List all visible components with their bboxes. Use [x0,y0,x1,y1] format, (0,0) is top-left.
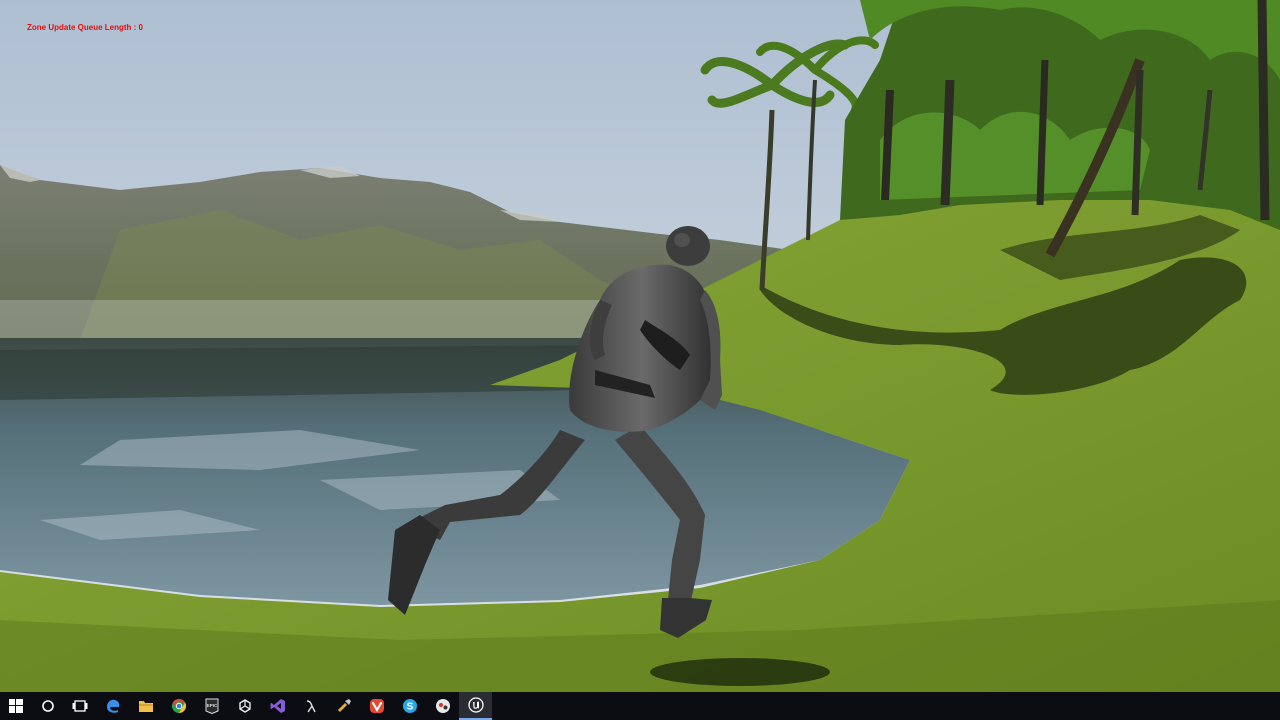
game-scene [0,0,1280,692]
epic-games-icon: EPIC [205,698,219,714]
vivaldi-icon [369,698,385,714]
visual-studio-icon [270,698,286,714]
taskbar-vivaldi-button[interactable] [360,692,393,720]
taskbar-app-tool-button[interactable] [327,692,360,720]
folder-icon [138,699,154,713]
game-viewport[interactable]: Zone Update Queue Length : 0 [0,0,1280,692]
lambda-icon [304,699,318,713]
taskbar-unreal-engine-button[interactable] [459,692,492,720]
cortana-circle-icon [41,699,55,713]
taskbar-search-button[interactable] [32,692,64,720]
taskbar-epic-launcher-button[interactable]: EPIC [195,692,228,720]
skype-icon: S [402,698,418,714]
tool-icon [336,698,352,714]
chrome-icon [171,698,187,714]
unreal-engine-icon [467,697,484,713]
task-view-icon [72,699,88,713]
taskbar-app-chat-button[interactable] [426,692,459,720]
edge-browser-icon [105,698,121,714]
windows-taskbar: EPIC S [0,692,1280,720]
taskbar-task-view-button[interactable] [64,692,96,720]
svg-text:EPIC: EPIC [206,703,217,708]
taskbar-app-lambda-button[interactable] [294,692,327,720]
taskbar-file-explorer-button[interactable] [129,692,162,720]
taskbar-windows-start-button[interactable] [0,692,32,720]
taskbar-visual-studio-button[interactable] [261,692,294,720]
taskbar-chrome-button[interactable] [162,692,195,720]
taskbar-edge-button[interactable] [96,692,129,720]
character-shadow [650,658,830,686]
svg-text:S: S [406,702,413,713]
zone-update-queue-text: Zone Update Queue Length : 0 [27,23,144,32]
chat-icon [435,698,451,714]
taskbar-unity-button[interactable] [228,692,261,720]
unity-icon [238,699,252,713]
windows-logo-icon [9,699,23,713]
taskbar-skype-button[interactable]: S [393,692,426,720]
